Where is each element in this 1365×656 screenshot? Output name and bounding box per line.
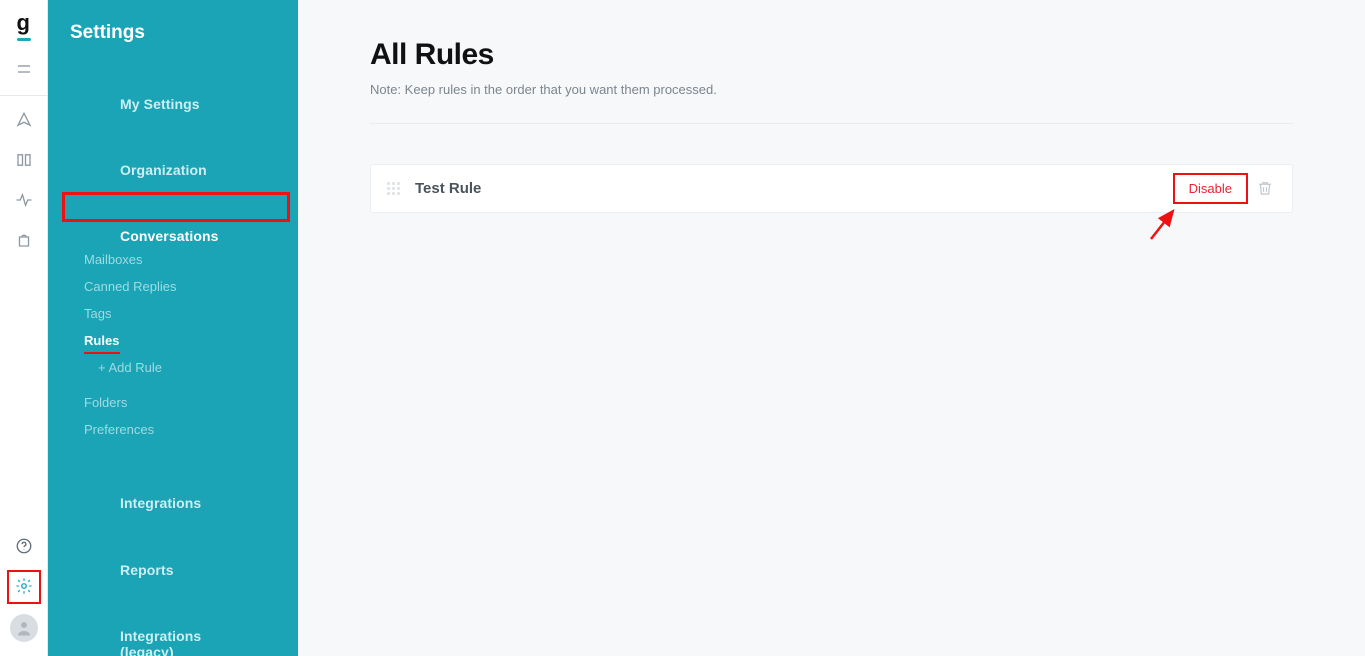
settings-sidebar: Settings My Settings Organization Conver… — [48, 0, 298, 656]
icon-rail: g — [0, 0, 48, 656]
sidebar-item-organization[interactable]: Organization — [48, 124, 298, 190]
subnav-folders[interactable]: Folders — [48, 389, 298, 416]
conversations-subnav: Mailboxes Canned Replies Tags Rules + Ad… — [48, 244, 298, 447]
bag-icon[interactable] — [0, 220, 48, 260]
columns-icon[interactable] — [0, 140, 48, 180]
avatar[interactable] — [10, 614, 38, 642]
menu-icon[interactable] — [0, 49, 48, 89]
send-icon[interactable] — [0, 100, 48, 140]
sidebar-item-integrations[interactable]: Integrations — [48, 457, 298, 523]
subnav-canned-replies[interactable]: Canned Replies — [48, 273, 298, 300]
disable-button[interactable]: Disable — [1179, 177, 1242, 200]
subnav-rules[interactable]: Rules — [48, 327, 298, 354]
sidebar-item-reports[interactable]: Reports — [48, 524, 298, 590]
sidebar-item-my-settings[interactable]: My Settings — [48, 58, 298, 124]
drag-handle-icon[interactable] — [387, 182, 401, 196]
subnav-mailboxes[interactable]: Mailboxes — [48, 246, 298, 273]
rule-name: Test Rule — [415, 180, 1179, 197]
subnav-preferences[interactable]: Preferences — [48, 416, 298, 443]
main-content: All Rules Note: Keep rules in the order … — [298, 0, 1365, 656]
page-title: All Rules — [370, 38, 1293, 72]
sidebar-item-conversations[interactable]: Conversations — [48, 190, 298, 244]
settings-icon[interactable] — [4, 566, 44, 606]
delete-icon[interactable] — [1256, 179, 1276, 199]
app-logo: g — [17, 10, 31, 41]
subnav-add-rule[interactable]: + Add Rule — [48, 354, 298, 381]
help-icon[interactable] — [0, 526, 48, 566]
activity-icon[interactable] — [0, 180, 48, 220]
rule-row[interactable]: Test Rule Disable — [370, 164, 1293, 213]
sidebar-title: Settings — [48, 22, 298, 58]
divider — [370, 123, 1293, 124]
sidebar-item-integrations-legacy[interactable]: Integrations (legacy) — [48, 590, 298, 656]
disable-button-label: Disable — [1189, 181, 1232, 196]
subnav-tags[interactable]: Tags — [48, 300, 298, 327]
page-note: Note: Keep rules in the order that you w… — [370, 82, 1293, 97]
